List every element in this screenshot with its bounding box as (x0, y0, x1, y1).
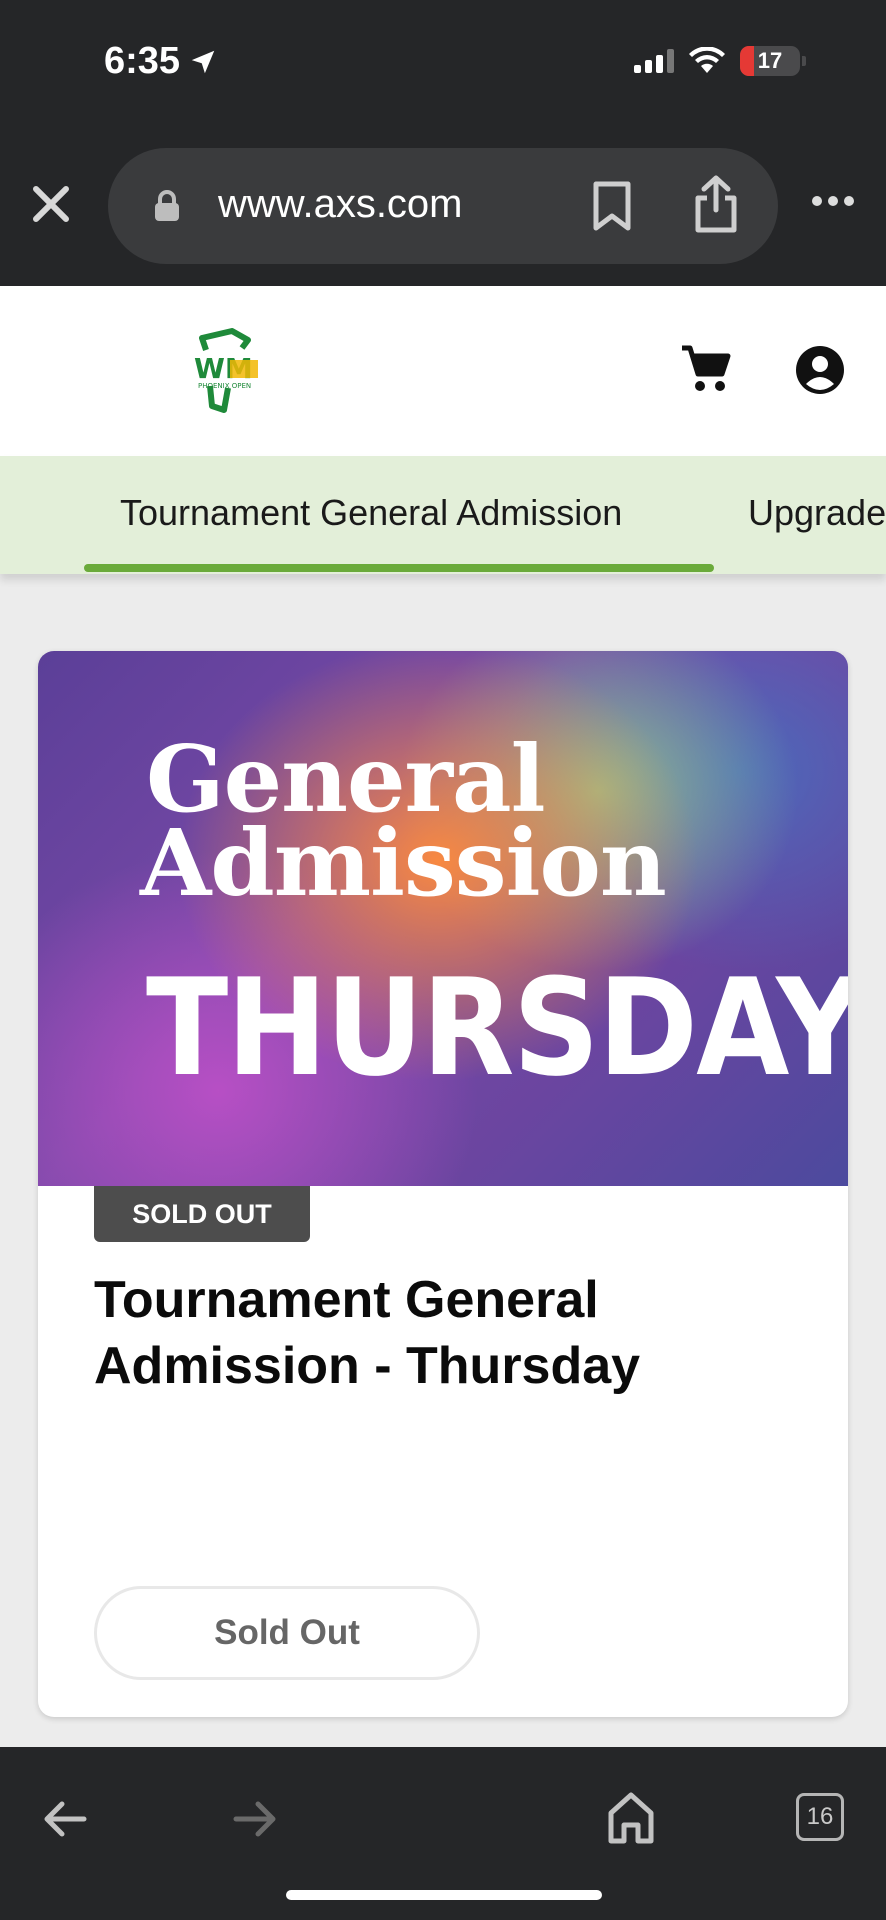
account-icon[interactable] (794, 344, 846, 396)
close-icon[interactable] (30, 183, 72, 225)
hero-line-3: THURSDAY (146, 950, 848, 1106)
browser-toolbar: 16 (0, 1747, 886, 1920)
share-icon[interactable] (692, 174, 740, 234)
status-time-text: 6:35 (104, 40, 181, 82)
site-header: WM PHOENIX OPEN (0, 286, 886, 456)
battery-nub (802, 56, 806, 66)
sold-out-badge: SOLD OUT (94, 1186, 310, 1242)
signal-icon (634, 49, 674, 73)
hero-line-2: Admission (140, 809, 667, 917)
address-bar[interactable]: www.axs.com (108, 148, 778, 264)
url-text: www.axs.com (218, 182, 463, 226)
hero-image: General Admission THURSDAY (38, 651, 848, 1186)
tab-tournament-general-admission[interactable]: Tournament General Admission (120, 492, 622, 534)
wifi-icon (689, 47, 725, 73)
battery-percent: 17 (757, 48, 783, 73)
lock-icon (155, 190, 179, 221)
logo-subtext: PHOENIX OPEN (198, 382, 251, 390)
tabs-icon[interactable]: 16 (796, 1793, 844, 1841)
battery-icon: 17 (740, 46, 800, 76)
wm-phoenix-open-logo[interactable]: WM PHOENIX OPEN (190, 328, 270, 416)
product-card[interactable]: General Admission THURSDAY SOLD OUT Tour… (38, 651, 848, 1717)
status-time: 6:35 (104, 40, 218, 83)
category-tabs: Tournament General Admission Upgrade (0, 456, 886, 574)
location-arrow-icon (191, 50, 215, 73)
browser-chrome: 6:35 17 www.axs.com (0, 0, 886, 286)
more-icon[interactable] (812, 196, 854, 206)
home-icon[interactable] (606, 1791, 656, 1845)
forward-icon[interactable] (232, 1799, 278, 1839)
cart-icon[interactable] (680, 344, 732, 394)
bookmark-icon[interactable] (590, 180, 634, 232)
status-icons: 17 (634, 46, 806, 76)
home-indicator (286, 1890, 602, 1900)
tab-upgrade[interactable]: Upgrade (748, 492, 886, 534)
card-title: Tournament General Admission - Thursday (94, 1271, 641, 1395)
back-icon[interactable] (42, 1799, 88, 1839)
sold-out-button[interactable]: Sold Out (94, 1586, 480, 1680)
active-tab-indicator (84, 564, 714, 572)
